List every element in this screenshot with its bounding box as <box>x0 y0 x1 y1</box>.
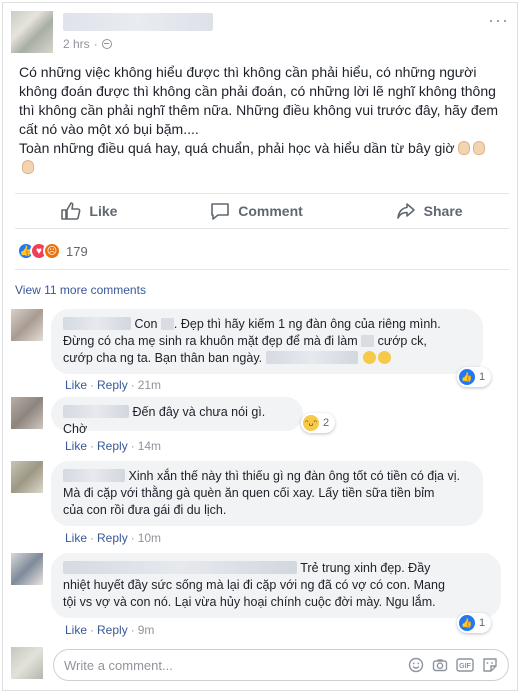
ok-hand-emoji-icon <box>22 160 34 174</box>
post-line: không đoán được thì không cần phải đoán,… <box>19 83 496 99</box>
post-line: thì không cần phải nghĩ thêm nữa. Những … <box>19 102 499 118</box>
comment-button[interactable]: Comment <box>210 202 303 220</box>
svg-text:GIF: GIF <box>459 663 471 670</box>
comment-bubble: Đến đây và chưa nói gì. Chờ <box>51 397 303 436</box>
author-avatar[interactable] <box>11 11 53 53</box>
comment-reply-link[interactable]: Reply <box>97 531 128 545</box>
comment-like-link[interactable]: Like <box>65 378 87 392</box>
post-card: 2 hrs · ··· Có những việc không hiểu đượ… <box>2 2 518 691</box>
comment-time[interactable]: 9m <box>138 623 155 637</box>
like-reaction-icon: 👍 <box>459 615 475 631</box>
comment-meta: Like · Reply · 10m <box>65 531 162 545</box>
comment-meta: Like · Reply · 9m <box>65 623 155 637</box>
comment-reactions[interactable]: ᵔᴗᵔ 2 <box>301 413 336 433</box>
more-options-button[interactable]: ··· <box>488 11 509 29</box>
commenter-avatar[interactable] <box>11 309 43 341</box>
post-line: cất nó vào một xó bụi bặm.... <box>19 121 199 137</box>
write-comment-area: Write a comment... GIF <box>11 643 511 687</box>
comment-reply-link[interactable]: Reply <box>97 378 128 392</box>
commenter-name-blurred[interactable] <box>63 469 125 482</box>
comment-meta: Like · Reply · 14m <box>65 439 162 453</box>
commenter-avatar[interactable] <box>11 397 43 429</box>
comment-item: Đến đây và chưa nói gì. Chờ ᵔᴗᵔ 2 Like · R… <box>11 397 511 453</box>
smirk-emoji-icon <box>378 351 392 364</box>
globe-icon <box>101 39 112 49</box>
comment-like-link[interactable]: Like <box>65 531 87 545</box>
commenter-avatar[interactable] <box>11 553 43 585</box>
commenter-name-blurred[interactable] <box>63 561 297 574</box>
comment-time[interactable]: 14m <box>138 439 161 453</box>
sticker-icon[interactable] <box>482 657 498 673</box>
current-user-avatar <box>11 647 43 679</box>
thumbs-up-icon <box>61 202 81 220</box>
comment-item: Xinh xắn thế này thì thiếu gì ng đàn ông… <box>11 461 511 547</box>
redacted-text <box>265 351 358 364</box>
author-name-blurred[interactable] <box>63 13 213 31</box>
commenter-avatar[interactable] <box>11 461 43 493</box>
post-line: Có những việc không hiểu được thì không … <box>19 64 477 80</box>
ok-hand-emoji-icon <box>472 141 485 155</box>
gif-icon[interactable]: GIF <box>456 658 474 672</box>
reaction-count: 179 <box>66 243 88 259</box>
haha-reaction-icon: ᵔᴗᵔ <box>303 415 319 431</box>
commenter-name-blurred[interactable] <box>63 317 131 330</box>
comment-time[interactable]: 10m <box>138 531 161 545</box>
comment-meta: Like · Reply · 21m <box>65 378 162 392</box>
smirk-emoji-icon <box>363 351 377 364</box>
reactions-summary[interactable]: 👍 ♥ ☹ 179 <box>17 241 88 261</box>
share-button[interactable]: Share <box>396 202 463 220</box>
comment-like-link[interactable]: Like <box>65 439 87 453</box>
comment-input-icons: GIF <box>408 657 498 673</box>
post-actions-bar: Like Comment Share <box>15 193 509 229</box>
emoji-icon[interactable] <box>408 657 424 673</box>
comment-reply-link[interactable]: Reply <box>97 623 128 637</box>
post-timestamp[interactable]: 2 hrs · <box>63 37 112 51</box>
comment-like-link[interactable]: Like <box>65 623 87 637</box>
commenter-name-blurred[interactable] <box>63 405 129 418</box>
post-line-last: Toàn những điều quá hay, quá chuẩn, phải… <box>19 139 509 158</box>
post-text: Có những việc không hiểu được thì không … <box>19 63 509 177</box>
divider <box>15 269 509 270</box>
comment-item: Trẻ trung xinh đẹp. Đầy nhiệt huyết đầy … <box>11 553 511 639</box>
comment-reactions[interactable]: 👍 1 <box>457 613 492 633</box>
comment-input[interactable]: Write a comment... GIF <box>53 649 509 681</box>
like-button[interactable]: Like <box>61 202 117 220</box>
comment-bubble: Con . Đẹp thì hãy kiếm 1 ng đàn ông của … <box>51 309 483 374</box>
timestamp-text[interactable]: 2 hrs <box>63 37 90 51</box>
ok-hand-emoji-icon <box>457 141 470 155</box>
comment-icon <box>211 203 230 220</box>
comment-time[interactable]: 21m <box>138 378 161 392</box>
post-header: 2 hrs · ··· <box>11 11 511 57</box>
comment-bubble: Trẻ trung xinh đẹp. Đầy nhiệt huyết đầy … <box>51 553 501 618</box>
comment-item: Con . Đẹp thì hãy kiếm 1 ng đàn ông của … <box>11 309 511 392</box>
comment-input-placeholder: Write a comment... <box>64 657 173 673</box>
angry-reaction-icon: ☹ <box>43 242 61 260</box>
share-icon <box>396 203 415 219</box>
comment-reply-link[interactable]: Reply <box>97 439 128 453</box>
redacted-text <box>160 318 174 330</box>
like-reaction-icon: 👍 <box>459 369 475 385</box>
camera-icon[interactable] <box>432 657 448 673</box>
redacted-text <box>361 335 375 347</box>
comment-bubble: Xinh xắn thế này thì thiếu gì ng đàn ông… <box>51 461 483 526</box>
view-more-comments-link[interactable]: View 11 more comments <box>15 283 146 297</box>
comment-reactions[interactable]: 👍 1 <box>457 367 492 387</box>
